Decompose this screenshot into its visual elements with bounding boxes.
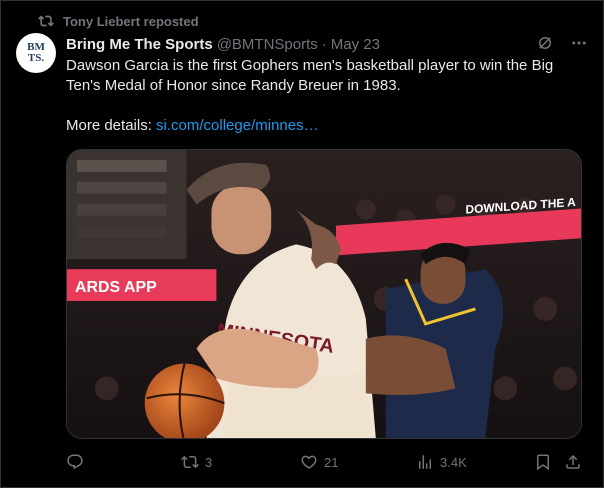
banner-left-text: ARDS APP (75, 279, 157, 296)
repost-indicator[interactable]: Tony Liebert reposted (38, 12, 199, 30)
views-button[interactable]: 3.4K (416, 453, 467, 471)
repost-count: 3 (205, 454, 213, 470)
tweet-header: Bring Me The Sports @BMTNSports · May 23 (66, 34, 588, 54)
views-count: 3.4K (440, 454, 467, 470)
reply-button[interactable] (66, 453, 90, 471)
bookmark-button[interactable] (534, 453, 552, 471)
action-bar: 3 21 3.4K (66, 452, 588, 472)
heart-icon (301, 455, 317, 469)
analytics-icon (419, 455, 431, 469)
repost-button[interactable]: 3 (181, 453, 212, 471)
like-count: 21 (324, 454, 339, 470)
repost-icon (38, 15, 54, 27)
reply-icon (67, 454, 83, 470)
bookmark-icon (537, 454, 549, 471)
repost-action-icon (181, 455, 199, 469)
handle[interactable]: @BMTNSports (217, 36, 318, 53)
separator-dot: · (321, 35, 327, 53)
avatar[interactable]: BM TS. (16, 33, 56, 73)
more-details-label: More details: (66, 117, 152, 134)
avatar-initials-bottom: TS. (27, 52, 45, 64)
tweet-photo[interactable]: ARDS APP DOWNLOAD THE A MINNESOTA 3 (66, 149, 582, 439)
display-name[interactable]: Bring Me The Sports (66, 36, 213, 53)
header-actions (536, 34, 588, 52)
share-button[interactable] (564, 453, 582, 471)
grok-icon[interactable] (536, 34, 554, 52)
post-date[interactable]: May 23 (331, 36, 380, 53)
more-icon[interactable] (570, 34, 588, 52)
repost-label: Tony Liebert reposted (63, 13, 199, 29)
tweet-text: Dawson Garcia is the first Gophers men's… (66, 56, 588, 136)
tweet-body: Dawson Garcia is the first Gophers men's… (66, 57, 554, 94)
article-link[interactable]: si.com/college/minnes… (156, 117, 319, 134)
more-details-line: More details: si.com/college/minnes… (66, 116, 588, 136)
basketball-photo: ARDS APP DOWNLOAD THE A MINNESOTA 3 (67, 150, 581, 438)
share-icon (566, 454, 580, 469)
like-button[interactable]: 21 (300, 453, 338, 471)
